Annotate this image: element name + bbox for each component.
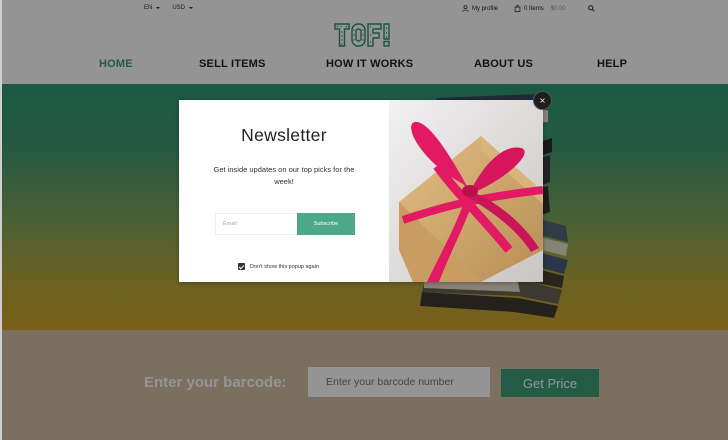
newsletter-description: Get inside updates on our top picks for … [213, 165, 355, 186]
page: EN USD My profile 0 Items $0.00 HOME SEL… [0, 0, 728, 440]
close-icon[interactable]: × [533, 91, 552, 110]
dont-show-checkbox[interactable] [238, 263, 245, 270]
newsletter-modal: Newsletter Get inside updates on our top… [179, 100, 543, 282]
email-field[interactable] [215, 213, 297, 235]
newsletter-content: Newsletter Get inside updates on our top… [179, 100, 389, 282]
page-edge [0, 0, 2, 440]
newsletter-title: Newsletter [241, 125, 327, 145]
subscribe-button[interactable]: Subscribe [297, 213, 355, 235]
gift-image [389, 100, 543, 282]
dont-show-option[interactable]: Don't show this popup again [238, 263, 319, 270]
dont-show-label: Don't show this popup again [250, 263, 319, 270]
